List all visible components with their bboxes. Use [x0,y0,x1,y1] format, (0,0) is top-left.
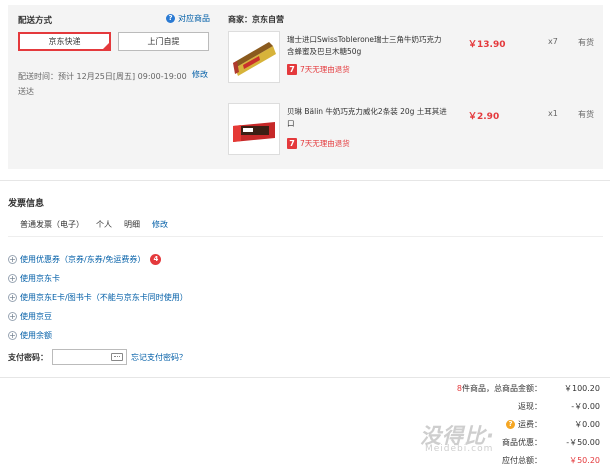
use-balance-label: 使用余额 [20,331,52,340]
jd-express-button[interactable]: 京东快递 [18,32,111,51]
use-jd-card-label: 使用京东卡 [20,274,60,283]
payment-password-row: 支付密码： 忘记支付密码？ [8,349,187,365]
section-divider [0,180,610,181]
use-jd-beans-label: 使用京豆 [20,312,52,321]
use-balance-toggle[interactable]: + 使用余额 [8,330,52,341]
forgot-password-link[interactable]: 忘记支付密码？ [131,352,187,363]
order-top-panel: 配送方式 ? 对应商品 京东快递 上门自提 配送时间：预计 12月25日[周五]… [8,5,603,169]
expand-plus-icon: + [8,293,17,302]
item-count-text: 件商品，总商品金额： [462,384,542,393]
product-image-toblerone[interactable] [228,31,280,83]
delivery-time: 配送时间：预计 12月25日[周五] 09:00-19:00 送达 [18,69,188,99]
summary-discount-row: 商品优惠： -￥50.00 [502,437,600,448]
discount-label: 商品优惠： [502,438,542,447]
expand-plus-icon: + [8,312,17,321]
watermark-url: Meidebi.com [425,444,494,454]
product-quantity: x1 [548,109,558,118]
use-ecard-toggle[interactable]: + 使用京东E卡/图书卡（不能与京东卡同时使用） [8,292,188,303]
shipping-fee-value: ￥0.00 [574,420,600,429]
product-row: 瑞士进口SwissToblerone瑞士三角牛奶巧克力含蜂蜜及巴旦木糖50g 7… [228,29,600,89]
shipping-title: 配送方式 [18,16,53,26]
balin-thumbnail [233,122,275,142]
toblerone-thumbnail [233,42,276,76]
expand-plus-icon: + [8,274,17,283]
coupon-count-badge: 4 [150,254,162,265]
return-badge-icon: 7 [287,138,297,149]
delivery-time-label: 配送时间： [18,72,58,81]
summary-due-row: 应付总额： ￥50.20 [502,455,600,466]
product-name[interactable]: 贝琳 Bälin 牛奶巧克力威化2条装 20g 土耳其进口 [287,106,447,130]
invoice-owner: 个人 [96,220,112,229]
use-coupon-toggle[interactable]: + 使用优惠券（京券/东券/免运费券） 4 [8,254,162,265]
product-price: ￥13.90 [468,40,506,50]
seller-name: 商家：京东自营 [228,15,284,24]
return-policy: 7 7天无理由退货 [287,64,350,75]
invoice-type: 普通发票（电子） [20,220,84,229]
delivery-edit-link[interactable]: 修改 [192,69,208,80]
product-price: ￥2.90 [468,112,500,122]
return-policy-label: 7天无理由退货 [300,139,350,148]
use-ecard-label: 使用京东E卡/图书卡（不能与京东卡同时使用） [20,293,188,302]
amount-due-label: 应付总额： [502,456,542,465]
rebate-label: 返现： [518,402,542,411]
rebate-value: -￥0.00 [571,402,600,411]
invoice-title: 发票信息 [8,199,45,209]
shipping-section: 配送方式 ? 对应商品 京东快递 上门自提 配送时间：预计 12月25日[周五]… [8,5,218,169]
match-products-label: 对应商品 [178,14,210,23]
invoice-summary: 普通发票（电子） 个人 明细 修改 [20,219,168,230]
product-name[interactable]: 瑞士进口SwissToblerone瑞士三角牛奶巧克力含蜂蜜及巴旦木糖50g [287,34,447,58]
return-badge-icon: 7 [287,64,297,75]
question-icon: ? [166,14,175,23]
return-policy-label: 7天无理由退货 [300,65,350,74]
return-policy: 7 7天无理由退货 [287,138,350,149]
use-jd-card-toggle[interactable]: + 使用京东卡 [8,273,60,284]
use-coupon-label: 使用优惠券（京券/东券/免运费券） [20,255,146,264]
info-warning-icon[interactable]: ? [506,420,515,429]
product-row: 贝琳 Bälin 牛奶巧克力威化2条装 20g 土耳其进口 7 7天无理由退货 … [228,101,600,161]
summary-shipping-row: ? 运费： ￥0.00 [506,419,600,430]
summary-total-value: ￥100.20 [564,384,600,393]
summary-total-label: 8件商品，总商品金额： [457,383,542,394]
invoice-edit-link[interactable]: 修改 [152,219,168,230]
stock-status: 有货 [578,110,594,119]
expand-plus-icon: + [8,331,17,340]
match-products-link[interactable]: ? 对应商品 [166,13,210,24]
expand-plus-icon: + [8,255,17,264]
product-quantity: x7 [548,37,558,46]
discount-value: -￥50.00 [566,438,600,447]
summary-rebate-row: 返现： -￥0.00 [518,401,600,412]
amount-due-value: ￥50.20 [569,456,600,465]
invoice-content: 明细 [124,220,140,229]
summary-divider [0,377,610,378]
summary-total-row: 8件商品，总商品金额： ￥100.20 [457,383,600,394]
shipping-fee-label: 运费： [518,420,542,429]
keyboard-icon[interactable] [111,353,123,361]
payment-password-label: 支付密码： [8,352,48,362]
product-image-balin[interactable] [228,103,280,155]
invoice-divider [8,236,603,237]
seller-section: 商家：京东自营 瑞士进口SwissToblerone瑞士三角牛奶巧克力含蜂蜜及巴… [220,5,603,169]
payment-password-input[interactable] [52,349,127,365]
stock-status: 有货 [578,38,594,47]
use-jd-beans-toggle[interactable]: + 使用京豆 [8,311,52,322]
self-pickup-button[interactable]: 上门自提 [118,32,209,51]
